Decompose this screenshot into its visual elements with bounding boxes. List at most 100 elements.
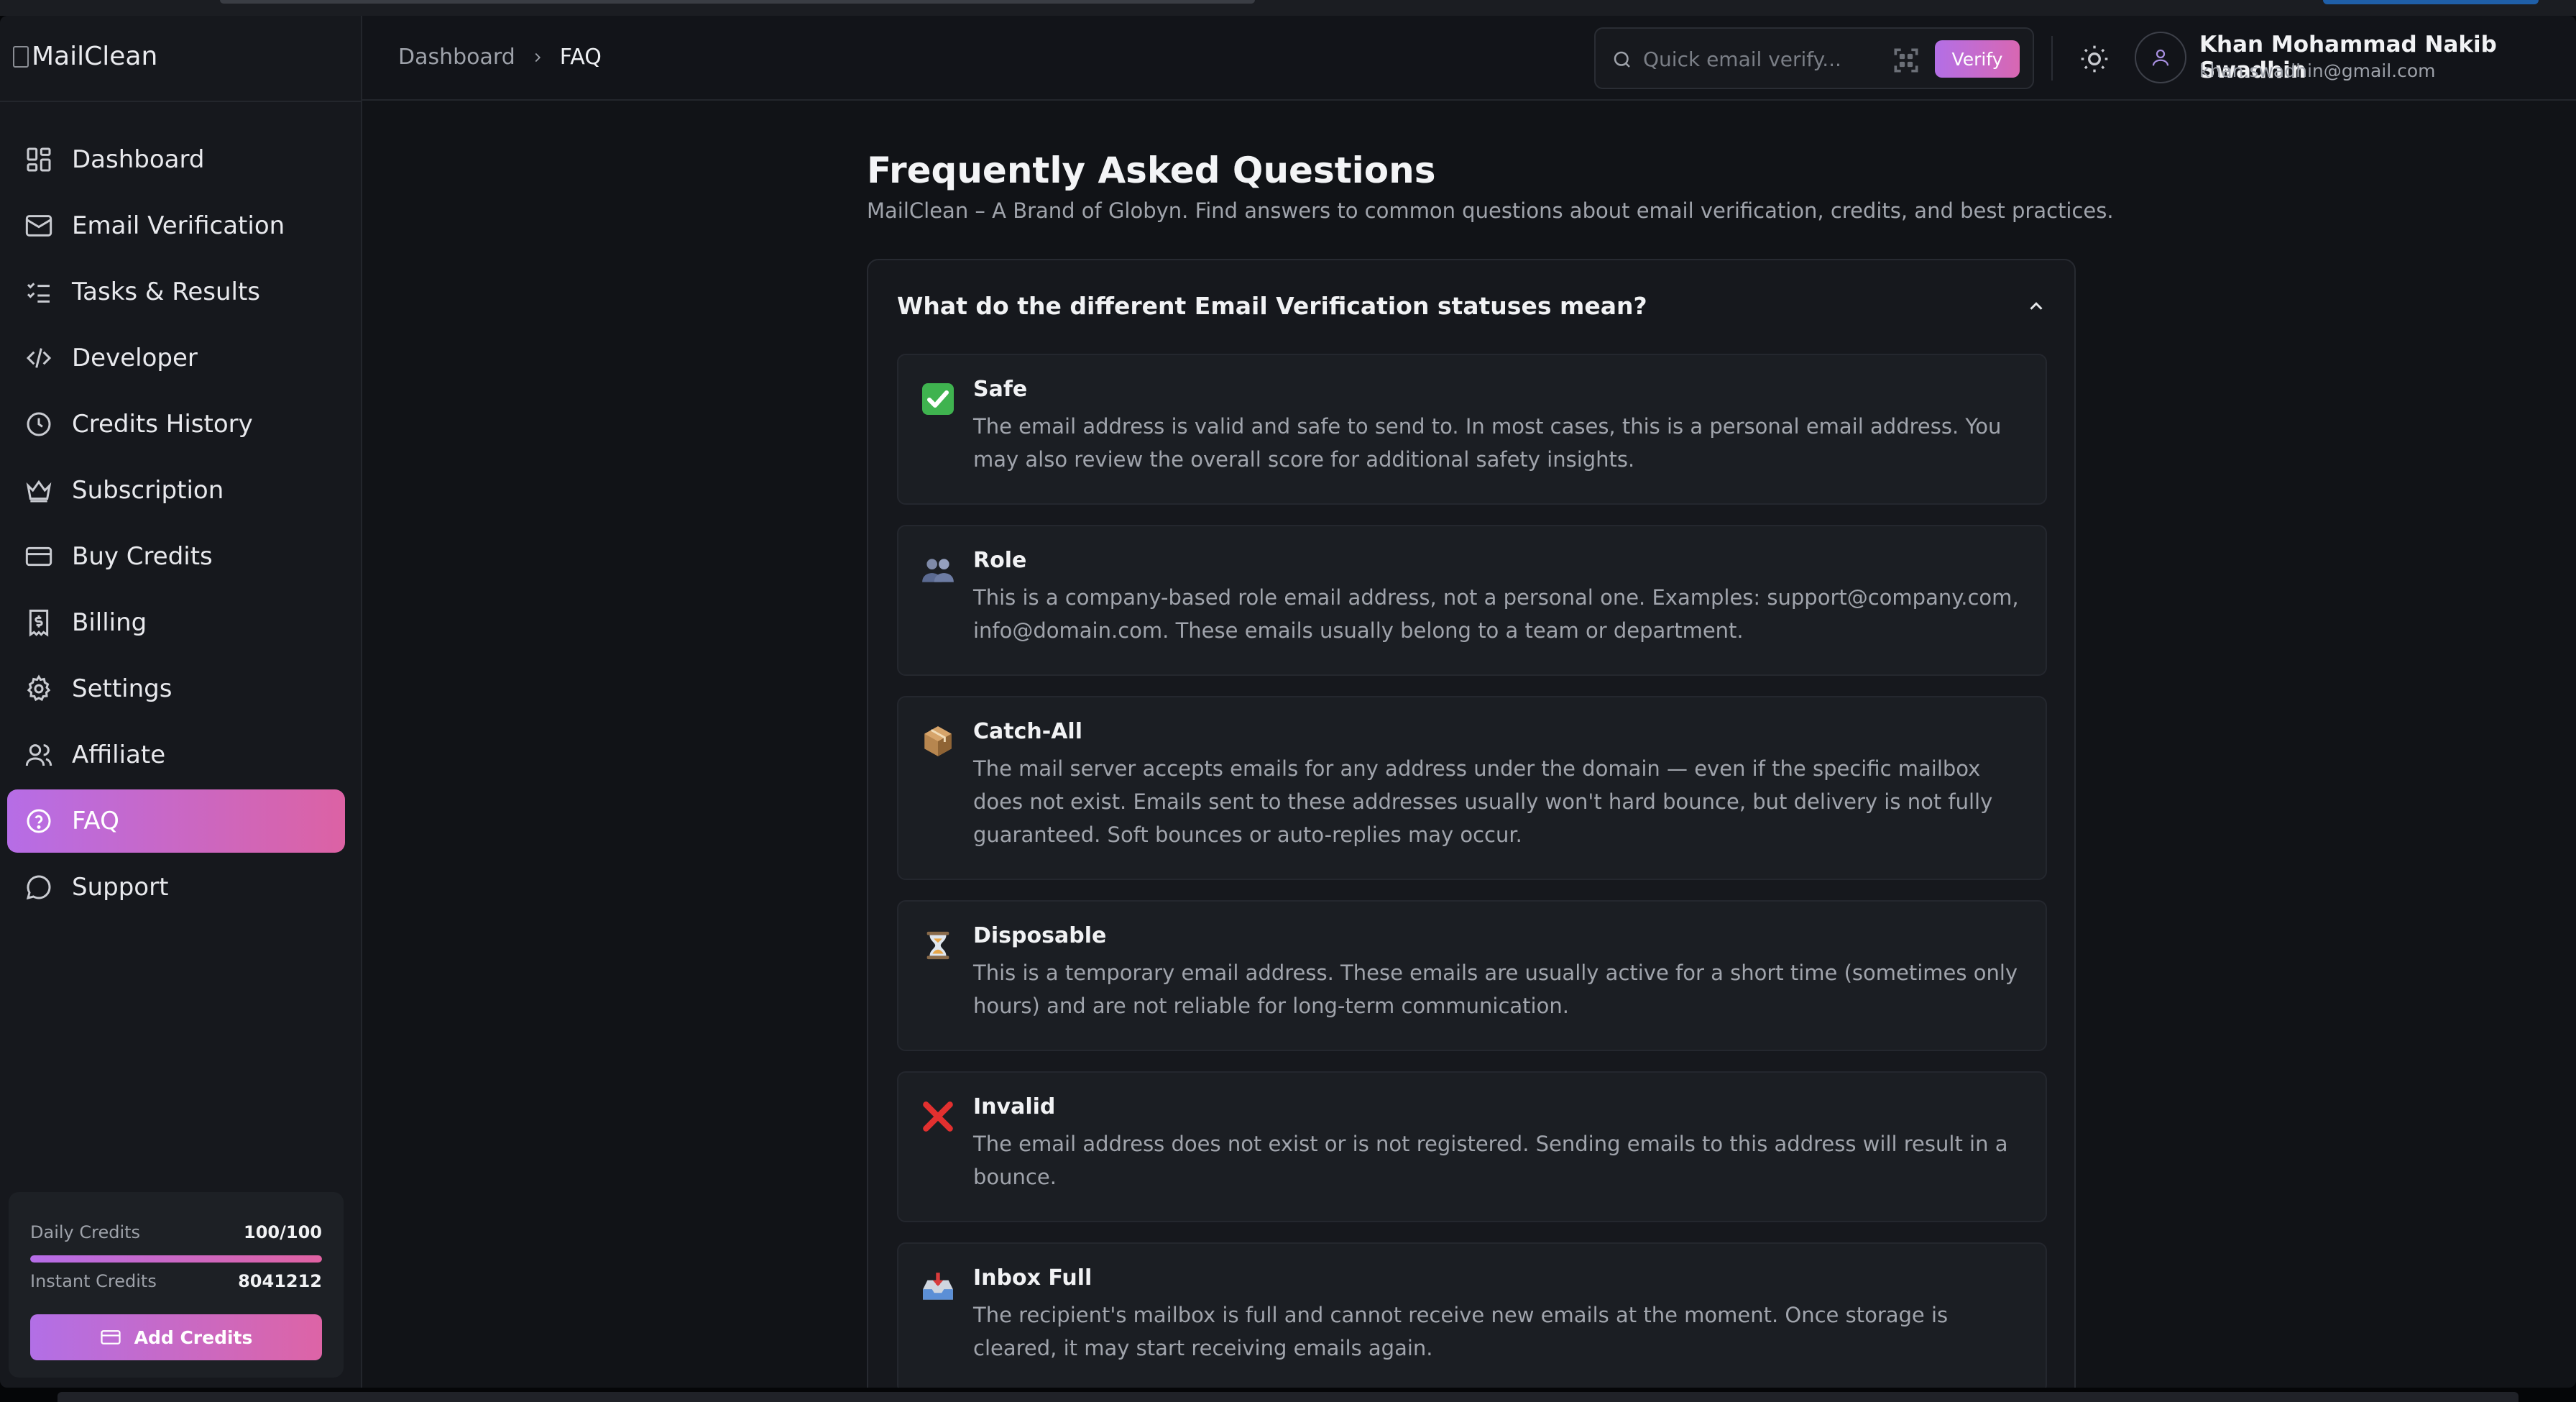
cross-mark-icon — [920, 1099, 956, 1135]
logo-text: MailClean — [32, 42, 158, 71]
sidebar-item-subscription[interactable]: Subscription — [7, 459, 345, 522]
message-circle-icon — [26, 875, 51, 900]
sidebar-item-label: Credits History — [72, 410, 253, 439]
help-circle-icon — [27, 809, 51, 833]
breadcrumb-current: FAQ — [559, 45, 602, 70]
status-card-role: Role This is a company-based role email … — [897, 525, 2047, 676]
search-icon — [1614, 51, 1630, 68]
gear-icon — [27, 674, 51, 702]
status-name: Safe — [973, 377, 1028, 402]
sun-icon[interactable] — [2079, 43, 2110, 75]
user-icon — [2152, 49, 2169, 66]
sidebar-item-label: Settings — [72, 674, 172, 703]
sidebar-item-faq[interactable]: FAQ — [7, 789, 345, 853]
sidebar-item-email-verification[interactable]: Email Verification — [7, 194, 345, 257]
divider — [0, 101, 362, 102]
status-description: The recipient's mailbox is full and cann… — [973, 1303, 1949, 1360]
sidebar-item-dashboard[interactable]: Dashboard — [7, 128, 345, 191]
page-title: Frequently Asked Questions — [867, 150, 1436, 191]
status-card-invalid: Invalid The email address does not exist… — [897, 1071, 2047, 1222]
receipt-icon — [29, 609, 49, 637]
sidebar-item-label: Billing — [72, 608, 147, 637]
dashboard-icon — [27, 147, 51, 172]
status-description: The email address is valid and safe to s… — [973, 414, 2002, 472]
verify-button[interactable]: Verify — [1935, 40, 2020, 78]
instant-credits-label: Instant Credits — [30, 1271, 157, 1291]
instant-credits-row: Instant Credits 8041212 — [30, 1271, 322, 1291]
main-content: Frequently Asked Questions MailClean – A… — [362, 102, 2576, 1388]
package-icon — [920, 723, 956, 759]
status-description: The mail server accepts emails for any a… — [973, 756, 1993, 847]
faq-question-header[interactable]: What do the different Email Verification… — [897, 292, 2047, 320]
credit-card-icon — [100, 1330, 121, 1344]
sidebar-item-settings[interactable]: Settings — [7, 657, 345, 720]
clock-icon — [27, 412, 51, 436]
credit-card-icon — [25, 546, 52, 567]
sidebar-item-label: Email Verification — [72, 211, 285, 240]
scan-icon[interactable] — [1890, 45, 1922, 76]
status-card-catch-all: Catch-All The mail server accepts emails… — [897, 696, 2047, 880]
daily-credits-progress-fill — [30, 1255, 322, 1263]
chevron-right-icon — [535, 52, 540, 62]
credits-panel: Daily Credits 100/100 Instant Credits 80… — [9, 1192, 344, 1378]
sidebar-item-label: Support — [72, 873, 169, 902]
sidebar-item-label: Buy Credits — [72, 542, 213, 571]
browser-bottom-bar — [58, 1392, 2518, 1402]
sidebar-item-label: Dashboard — [72, 145, 205, 174]
status-card-inbox-full: Inbox Full The recipient's mailbox is fu… — [897, 1242, 2047, 1388]
list-checks-icon — [27, 283, 50, 303]
sidebar-nav: Dashboard Email Verification Tasks & Res… — [7, 128, 345, 922]
avatar[interactable] — [2135, 32, 2186, 83]
status-description: The email address does not exist or is n… — [973, 1132, 2008, 1189]
check-mark-icon — [920, 381, 956, 417]
sidebar-item-support[interactable]: Support — [7, 856, 345, 919]
daily-credits-progress — [30, 1255, 322, 1263]
instant-credits-value: 8041212 — [238, 1271, 322, 1291]
sidebar-item-billing[interactable]: Billing — [7, 591, 345, 654]
mail-icon — [25, 215, 52, 237]
crown-icon — [26, 480, 52, 503]
faq-accordion: What do the different Email Verification… — [867, 259, 2076, 1388]
sidebar-item-label: Developer — [72, 344, 198, 372]
status-card-safe: Safe The email address is valid and safe… — [897, 354, 2047, 505]
browser-scrollbar[interactable] — [220, 0, 1255, 4]
code-icon — [26, 348, 52, 368]
top-header: Dashboard FAQ Verify Khan Mohammad Nakib… — [362, 16, 2576, 101]
status-card-disposable: Disposable This is a temporary email add… — [897, 900, 2047, 1051]
status-name: Role — [973, 548, 1027, 573]
users-icon — [25, 744, 52, 766]
sidebar-item-developer[interactable]: Developer — [7, 326, 345, 390]
chevron-up-icon[interactable] — [2025, 295, 2047, 317]
status-name: Catch-All — [973, 719, 1082, 744]
sidebar-item-label: FAQ — [72, 807, 119, 835]
sidebar: MailClean Dashboard Email Verification T… — [0, 16, 362, 1388]
browser-bottom-strip — [0, 1388, 2576, 1402]
sidebar-item-label: Affiliate — [72, 741, 166, 769]
status-name: Inbox Full — [973, 1265, 1092, 1291]
faq-question: What do the different Email Verification… — [897, 292, 1647, 320]
status-description: This is a temporary email address. These… — [973, 961, 2018, 1018]
quick-verify-bar: Verify — [1594, 27, 2034, 89]
sidebar-item-label: Subscription — [72, 476, 224, 505]
divider — [2051, 36, 2053, 81]
sidebar-item-buy-credits[interactable]: Buy Credits — [7, 525, 345, 588]
page-subtitle: MailClean – A Brand of Globyn. Find answ… — [867, 198, 2114, 223]
inbox-tray-icon — [920, 1270, 956, 1306]
add-credits-button[interactable]: Add Credits — [30, 1314, 322, 1360]
breadcrumb-dashboard-link[interactable]: Dashboard — [398, 45, 515, 70]
app-window: MailClean Dashboard Email Verification T… — [0, 16, 2576, 1388]
broken-image-icon — [13, 45, 29, 68]
sidebar-item-affiliate[interactable]: Affiliate — [7, 723, 345, 787]
daily-credits-label: Daily Credits — [30, 1222, 141, 1242]
daily-credits-row: Daily Credits 100/100 — [30, 1222, 322, 1242]
sidebar-item-tasks-results[interactable]: Tasks & Results — [7, 260, 345, 324]
hourglass-icon — [920, 927, 956, 963]
people-icon — [920, 552, 956, 588]
status-description: This is a company-based role email addre… — [973, 585, 2019, 643]
logo[interactable]: MailClean — [13, 42, 157, 71]
quick-verify-input[interactable] — [1642, 42, 1872, 76]
sidebar-item-credits-history[interactable]: Credits History — [7, 393, 345, 456]
browser-tab-indicator — [2323, 0, 2539, 4]
sidebar-item-label: Tasks & Results — [72, 278, 260, 306]
daily-credits-value: 100/100 — [244, 1222, 322, 1242]
